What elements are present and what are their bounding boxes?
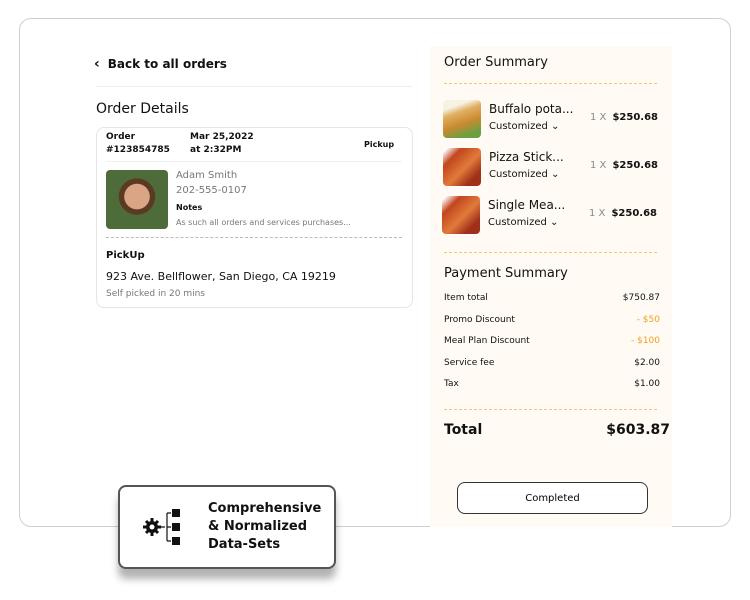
order-date: Mar 25,2022 at 2:32PM	[190, 132, 254, 155]
divider	[96, 86, 412, 87]
chevron-left-icon: ‹	[94, 56, 100, 72]
notes-label: Notes	[176, 203, 203, 212]
notes-text: As such all orders and services purchase…	[176, 218, 351, 227]
payment-row: Promo Discount - $50	[444, 315, 660, 325]
order-item: Buffalo pota... Customized ⌄ 1 X $250.68	[443, 100, 658, 138]
customer-name: Adam Smith	[176, 170, 238, 181]
customize-dropdown[interactable]: Customized ⌄	[489, 169, 559, 180]
dashed-divider	[444, 83, 657, 84]
order-summary-panel: Order Summary Buffalo pota... Customized…	[430, 46, 672, 527]
dashed-divider	[106, 237, 402, 238]
feature-badge: Comprehensive & Normalized Data-Sets	[118, 485, 336, 569]
pickup-address: 923 Ave. Bellflower, San Diego, CA 19219	[106, 270, 336, 283]
payment-row: Service fee $2.00	[444, 358, 660, 368]
summary-title: Order Summary	[444, 55, 548, 70]
customize-dropdown[interactable]: Customized ⌄	[488, 217, 558, 228]
customize-dropdown[interactable]: Customized ⌄	[489, 121, 559, 132]
page-title: Order Details	[96, 101, 189, 117]
chevron-down-icon: ⌄	[551, 121, 560, 132]
order-item: Pizza Stick... Customized ⌄ 1 X $250.68	[443, 148, 658, 186]
divider	[106, 161, 402, 162]
dashed-divider	[444, 252, 657, 253]
customer-avatar	[106, 170, 168, 229]
back-link[interactable]: ‹ Back to all orders	[94, 56, 227, 72]
payment-row: Item total $750.87	[444, 293, 660, 303]
pickup-label: PickUp	[106, 250, 145, 261]
dashed-divider	[444, 409, 657, 410]
payment-row: Meal Plan Discount - $100	[444, 336, 660, 346]
payment-title: Payment Summary	[444, 266, 568, 281]
badge-text: Comprehensive & Normalized Data-Sets	[208, 501, 322, 552]
payment-row: Tax $1.00	[444, 379, 660, 389]
item-image	[443, 100, 481, 138]
order-id: Order #123854785	[106, 132, 170, 155]
pickup-status: Self picked in 20 mins	[106, 289, 205, 299]
order-type: Pickup	[364, 140, 395, 149]
completed-status-button[interactable]: Completed	[457, 482, 648, 514]
gear-hierarchy-icon	[143, 509, 180, 545]
order-item: Single Mea... Customized ⌄ 1 X $250.68	[442, 196, 657, 234]
total-row: Total $603.87	[444, 422, 670, 438]
chevron-down-icon: ⌄	[550, 217, 559, 228]
chevron-down-icon: ⌄	[551, 169, 560, 180]
item-image	[442, 196, 480, 234]
customer-phone: 202-555-0107	[176, 185, 247, 196]
order-card: Order #123854785 Mar 25,2022 at 2:32PM Pic…	[96, 127, 413, 308]
item-image	[443, 148, 481, 186]
